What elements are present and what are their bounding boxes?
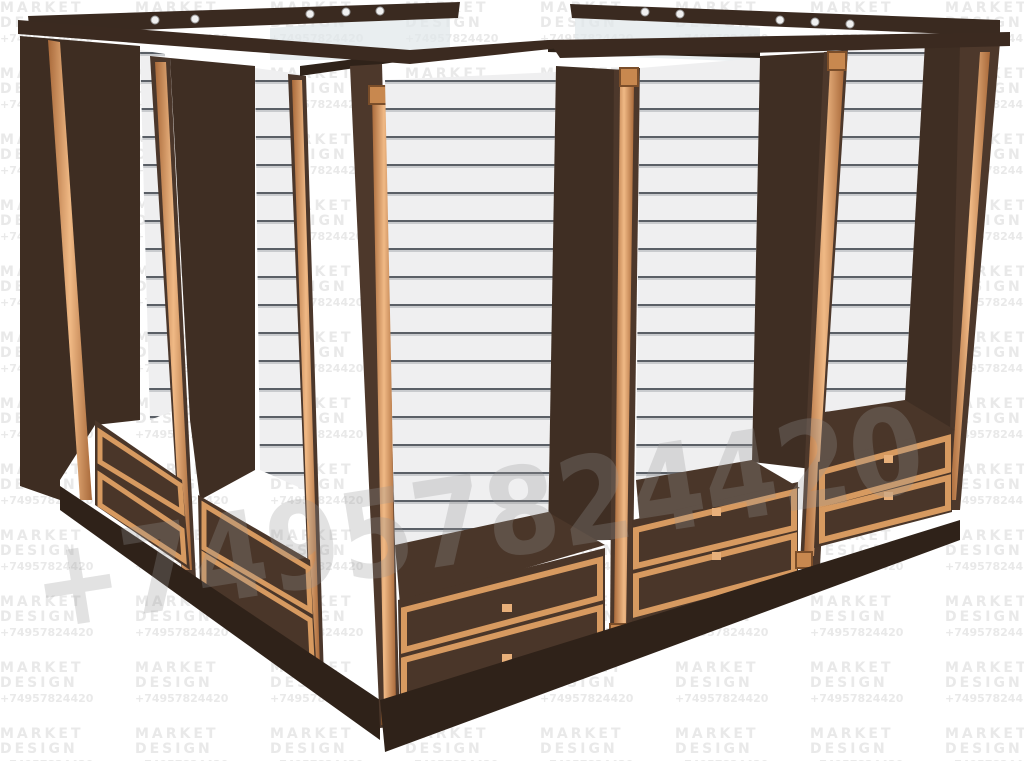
- watermark-tile-text: DESIGN: [810, 741, 888, 757]
- watermark-tile-text: DESIGN: [675, 675, 753, 691]
- watermark-tile-text: +74957824420: [0, 692, 94, 705]
- watermark-tile-text: MARKET: [810, 660, 894, 676]
- watermark-tile-text: MARKET: [945, 660, 1024, 676]
- watermark-tile-text: DESIGN: [810, 609, 888, 625]
- watermark-tile-text: DESIGN: [540, 741, 618, 757]
- watermark-tile-text: DESIGN: [945, 741, 1023, 757]
- watermark-tile-text: MARKET: [945, 594, 1024, 610]
- watermark-tile-text: +74957824420: [810, 692, 904, 705]
- watermark-tile-text: MARKET: [270, 726, 354, 742]
- watermark-tile-text: DESIGN: [405, 741, 483, 757]
- watermark-tile-text: MARKET: [945, 726, 1024, 742]
- watermark-tile-text: +74957824420: [945, 626, 1024, 639]
- watermark-tile-text: MARKET: [540, 726, 624, 742]
- watermark-tile-text: DESIGN: [135, 675, 213, 691]
- watermark-tile-text: MARKET: [675, 726, 759, 742]
- watermark-tile-text: +74957824420: [135, 692, 229, 705]
- watermark-tile-text: MARKET: [135, 660, 219, 676]
- watermark-tile-text: MARKET: [0, 660, 84, 676]
- watermark-tile-text: DESIGN: [270, 741, 348, 757]
- watermark-tile-text: MARKET: [945, 0, 1024, 16]
- watermark-tile-text: MARKET: [135, 726, 219, 742]
- watermark-tile-text: DESIGN: [135, 741, 213, 757]
- watermark-tile-text: MARKET: [810, 594, 894, 610]
- watermark-tile-text: DESIGN: [0, 741, 78, 757]
- front-center-bay: [385, 66, 625, 712]
- watermark-tile-text: MARKET: [810, 726, 894, 742]
- watermark-tile-text: +74957824420: [945, 692, 1024, 705]
- watermark-tile-text: +74957824420: [810, 626, 904, 639]
- watermark-tile-text: DESIGN: [0, 675, 78, 691]
- watermark-tile-text: DESIGN: [945, 609, 1023, 625]
- watermark-tile-text: MARKET: [675, 660, 759, 676]
- watermark-tile-text: +74957824420: [945, 560, 1024, 573]
- watermark-tile-text: DESIGN: [945, 675, 1023, 691]
- watermark-tile-text: DESIGN: [810, 675, 888, 691]
- watermark-tile-text: MARKET: [0, 0, 84, 16]
- watermark-tile-text: +74957824420: [675, 692, 769, 705]
- kiosk-render: MARKETDESIGN+74957824420MARKETDESIGN+749…: [0, 0, 1024, 761]
- watermark-tile-text: +74957824420: [540, 692, 634, 705]
- watermark-tile-text: MARKET: [0, 726, 84, 742]
- watermark-tile-text: DESIGN: [675, 741, 753, 757]
- watermark-tile-text: DESIGN: [945, 543, 1023, 559]
